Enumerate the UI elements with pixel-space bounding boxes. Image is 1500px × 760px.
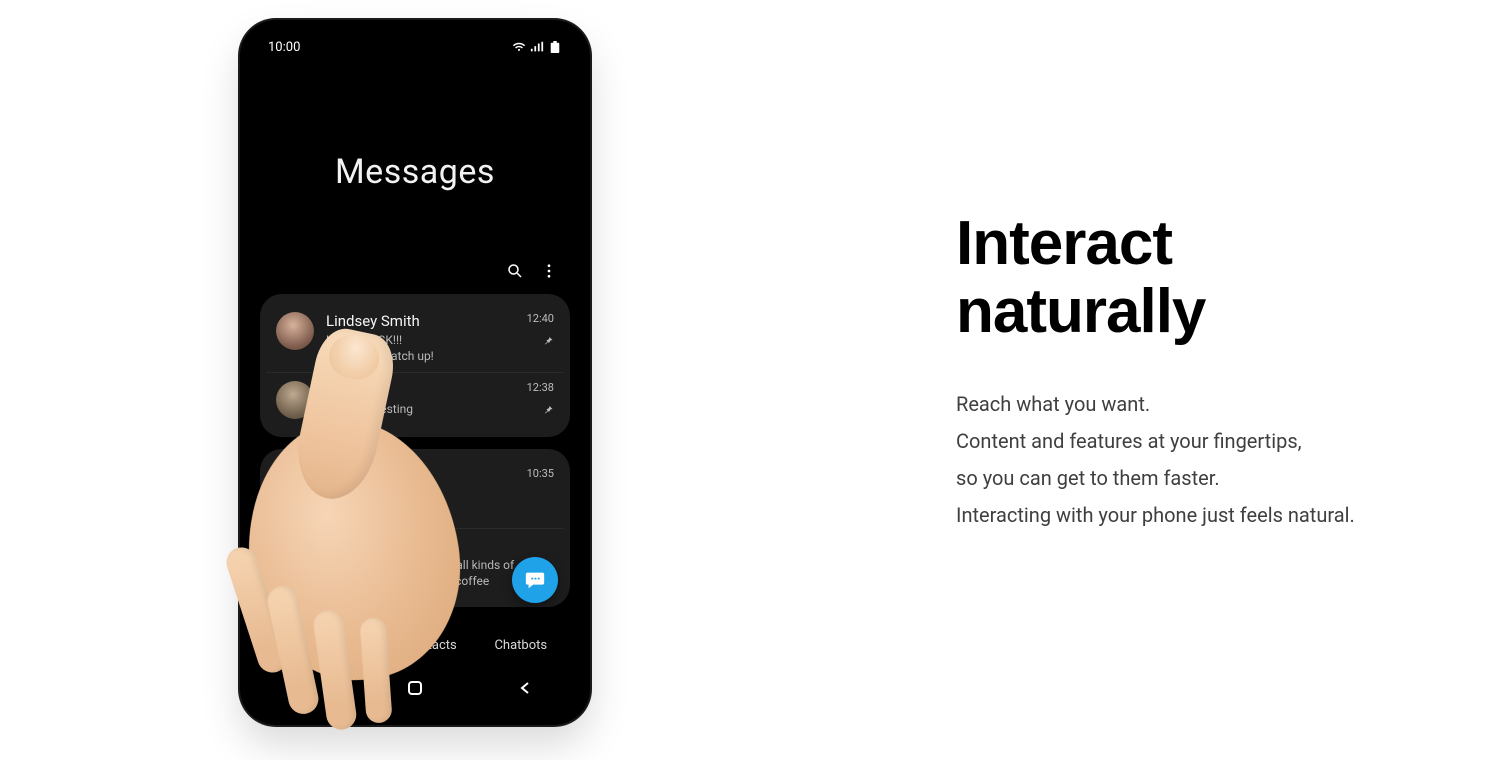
new-message-fab[interactable] [512,557,558,603]
message-icon [524,569,546,591]
conversation-name: a Gray [326,467,527,485]
signal-icon [530,41,544,53]
status-icons [512,41,562,53]
status-time: 10:00 [268,40,300,55]
conversation-preview: Alisa! ee what I've got for you. [326,487,527,519]
page-stage: 10:00 Messages [0,0,1500,745]
marketing-copy: Interact naturally Reach what you want. … [956,210,1436,534]
conversation-time: 12:38 [527,381,554,394]
pin-icon [542,404,554,419]
conversation-row[interactable]: a Gray Alisa! ee what I've got for you. … [266,459,564,527]
conversation-preview: Hi! I'm BACK!!! We should catch up! [326,332,527,364]
body-text: Reach what you want. Content and feature… [956,386,1436,534]
home-button[interactable] [405,678,425,698]
tab-contacts[interactable]: Contacts [401,632,461,661]
avatar [276,381,314,419]
tab-conversations[interactable]: Conversations [279,632,371,661]
tab-chatbots[interactable]: Chatbots [490,632,551,661]
headline: Interact naturally [956,210,1436,346]
conversation-time: 12:40 [527,312,554,325]
battery-icon [548,41,562,53]
conversation-name: Andrew Laycock [326,537,554,555]
system-nav [250,673,580,703]
pin-icon [542,335,554,350]
conversation-row[interactable]: D most interesting 12:38 [266,372,564,427]
status-bar: 10:00 [250,32,580,62]
conversation-row[interactable]: Lindsey Smith Hi! I'm BACK!!! We should … [266,304,564,372]
phone-screen: 10:00 Messages [250,32,580,713]
conversation-name: D [326,381,527,399]
search-icon[interactable] [506,262,524,280]
conversation-preview: most interesting [326,401,527,417]
bottom-tabs: Conversations Contacts Chatbots [250,632,580,661]
avatar [276,312,314,350]
app-toolbar [250,262,580,280]
more-icon[interactable] [540,262,558,280]
conversation-name: Lindsey Smith [326,312,527,330]
recents-button[interactable] [295,678,315,698]
app-title: Messages [250,152,580,192]
pinned-card: Lindsey Smith Hi! I'm BACK!!! We should … [260,294,570,437]
phone-mockup: 10:00 Messages [240,20,590,725]
phone-frame: 10:00 Messages [240,20,590,725]
conversation-time: 10:35 [527,467,554,480]
wifi-icon [512,41,526,53]
back-button[interactable] [515,678,535,698]
